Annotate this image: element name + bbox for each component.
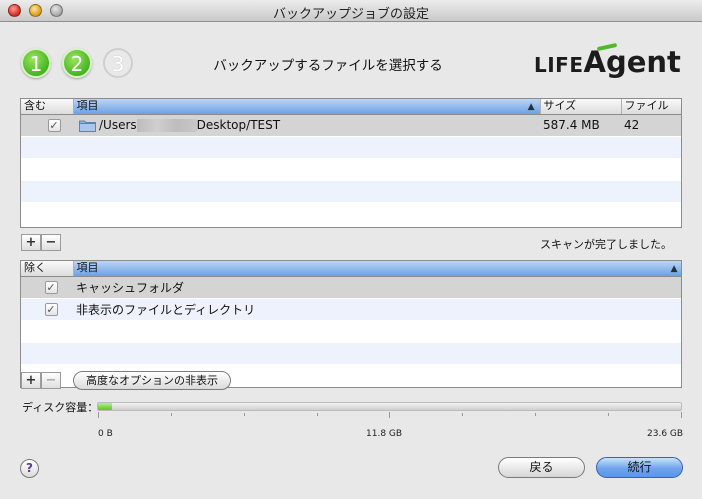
disk-capacity-label: ディスク容量： xyxy=(22,401,99,414)
exclude-table: 除く 項目 ▲ ✓ キャッシュフォルダ ✓ 非表示のファイルとディレクトリ xyxy=(20,260,682,388)
continue-button[interactable]: 続行 xyxy=(596,457,683,478)
exclude-checkbox[interactable]: ✓ xyxy=(44,303,58,316)
column-exclude[interactable]: 除く xyxy=(21,261,74,277)
column-files[interactable]: ファイル xyxy=(621,99,681,115)
add-exclude-button[interactable]: + xyxy=(21,372,41,389)
table-row[interactable]: ✓ 非表示のファイルとディレクトリ xyxy=(21,298,681,321)
disk-capacity-bar xyxy=(97,402,682,411)
remove-include-button[interactable]: − xyxy=(41,234,61,251)
tick-label: 23.6 GB xyxy=(647,429,684,439)
sort-ascending-icon: ▲ xyxy=(670,264,678,274)
table-row xyxy=(21,202,681,225)
table-row[interactable]: ✓ /Users Desktop/TEST 587.4 MB 42 xyxy=(21,114,681,137)
exclude-checkbox[interactable]: ✓ xyxy=(44,281,58,294)
remove-exclude-button[interactable]: − xyxy=(41,372,61,389)
column-size[interactable]: サイズ xyxy=(540,99,622,115)
files-cell: 42 xyxy=(621,114,681,137)
column-item[interactable]: 項目 ▲ xyxy=(73,99,541,115)
back-button[interactable]: 戻る xyxy=(498,457,585,478)
tick-minor xyxy=(608,413,609,416)
lifeagent-logo: LIFEAgent xyxy=(534,42,681,79)
include-checkbox[interactable]: ✓ xyxy=(47,119,61,132)
tick-minor xyxy=(535,413,536,416)
table-row xyxy=(21,320,681,343)
folder-icon xyxy=(79,120,96,132)
include-table: 含む 項目 ▲ サイズ ファイル ✓ /Users Desktop/TEST 587… xyxy=(20,98,682,228)
tick-minor xyxy=(244,413,245,416)
size-cell: 587.4 MB xyxy=(540,114,621,137)
exclude-item-label: 非表示のファイルとディレクトリ xyxy=(73,298,681,321)
exclude-item-label: キャッシュフォルダ xyxy=(73,276,681,299)
tick-minor xyxy=(462,413,463,416)
window-title: バックアップジョブの設定 xyxy=(272,7,429,22)
tick-major xyxy=(389,412,390,418)
table-row xyxy=(21,342,681,365)
help-button[interactable]: ? xyxy=(20,459,39,478)
table-row xyxy=(21,180,681,203)
tick-label: 11.8 GB xyxy=(366,429,403,439)
table-row[interactable]: ✓ キャッシュフォルダ xyxy=(21,276,681,299)
page-heading: バックアップするファイルを選択する xyxy=(213,58,443,74)
tick-label: 0 B xyxy=(98,429,113,439)
tick-major xyxy=(98,412,99,418)
path-suffix: Desktop/TEST xyxy=(196,118,281,132)
column-item-label: 項目 xyxy=(76,99,99,113)
table-row xyxy=(21,158,681,181)
scan-status: スキャンが完了しました。 xyxy=(540,238,672,251)
sort-ascending-icon: ▲ xyxy=(527,102,535,112)
step-1-indicator: 1 xyxy=(21,48,51,78)
step-2-indicator: 2 xyxy=(62,48,92,78)
title-bar: バックアップジョブの設定 xyxy=(0,0,702,22)
table-row xyxy=(21,136,681,159)
redacted-username xyxy=(136,119,197,132)
tick-minor xyxy=(171,413,172,416)
column-include[interactable]: 含む xyxy=(21,99,74,115)
dialog-content: 1 2 3 バックアップするファイルを選択する LIFEAgent 含む 項目 ▲… xyxy=(0,23,702,499)
column-item-label: 項目 xyxy=(76,261,99,275)
disk-used-fill xyxy=(98,403,112,410)
path-prefix: /Users xyxy=(99,118,137,132)
tick-major xyxy=(681,412,682,418)
column-item[interactable]: 項目 ▲ xyxy=(73,261,681,277)
logo-life-text: LIFE xyxy=(534,53,584,77)
hide-advanced-options-button[interactable]: 高度なオプションの非表示 xyxy=(73,371,231,390)
tick-minor xyxy=(317,413,318,416)
step-3-indicator: 3 xyxy=(103,48,133,78)
add-include-button[interactable]: + xyxy=(21,234,41,251)
